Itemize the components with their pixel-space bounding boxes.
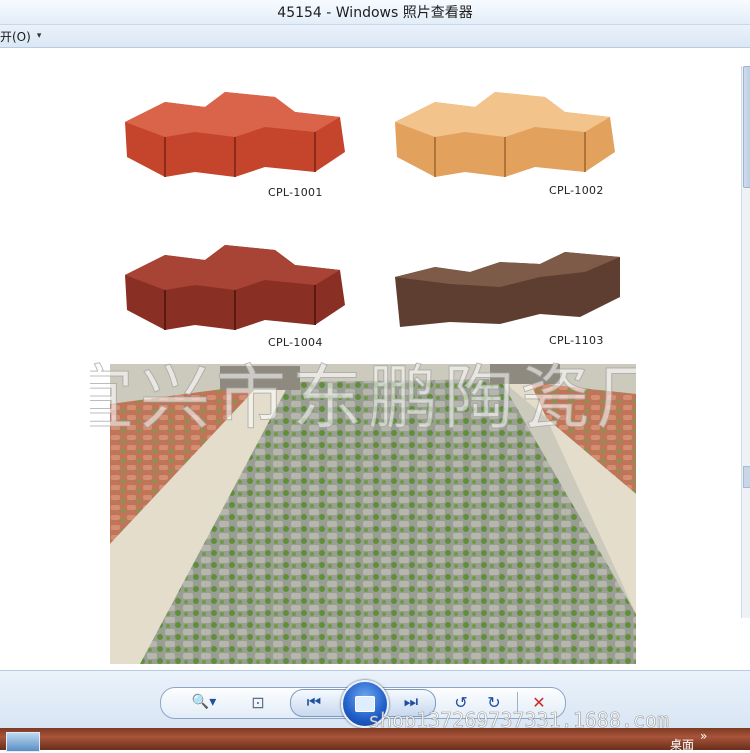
open-menu[interactable]: 开(O) ▾: [0, 28, 41, 45]
product-brick-cpl-1004: [125, 245, 345, 330]
photo-image: CPL-1001 CPL-1002 CPL-1004 CPL-1103 宜兴市东…: [90, 57, 636, 665]
fit-to-window-button[interactable]: ⊡: [244, 690, 272, 714]
window-title: 45154 - Windows 照片查看器: [277, 5, 473, 21]
vertical-scrollbar[interactable]: [741, 66, 750, 618]
chevron-icon[interactable]: »: [700, 729, 707, 743]
taskbar: 桌面 »: [0, 728, 750, 753]
taskbar-app-thumbnail[interactable]: [6, 732, 40, 752]
open-menu-label: 开(O): [0, 29, 31, 44]
fit-icon: ⊡: [251, 692, 265, 712]
zoom-icon: 🔍▾: [191, 694, 217, 710]
chevron-down-icon: ▾: [36, 31, 42, 41]
product-brick-cpl-1002: [395, 92, 615, 177]
product-brick-cpl-1001: [125, 92, 345, 177]
previous-icon: ⏮: [306, 692, 322, 711]
desktop-toolbar-label[interactable]: 桌面: [670, 736, 694, 753]
product-brick-cpl-1103: [395, 252, 620, 327]
previous-button[interactable]: ⏮: [298, 690, 330, 714]
watermark-text: 宜兴市东鹏陶瓷厂: [90, 357, 636, 440]
product-label: CPL-1001: [268, 186, 323, 199]
product-label: CPL-1002: [549, 184, 604, 197]
scrollbar-marker: [743, 466, 750, 488]
menu-bar: 开(O) ▾: [0, 25, 750, 48]
title-bar: 45154 - Windows 照片查看器: [0, 0, 750, 25]
scrollbar-thumb[interactable]: [743, 66, 750, 188]
zoom-button[interactable]: 🔍▾: [186, 690, 222, 714]
